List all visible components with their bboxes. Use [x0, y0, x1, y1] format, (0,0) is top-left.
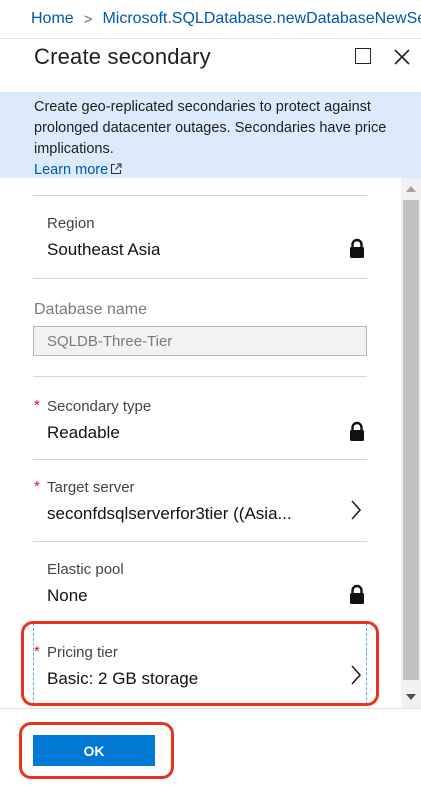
blade-title: Create secondary	[34, 44, 211, 69]
elastic-pool-value: None	[47, 586, 88, 605]
maximize-icon[interactable]	[355, 48, 371, 64]
pricing-tier-field[interactable]: * Pricing tier Basic: 2 GB storage	[33, 623, 367, 705]
form-scroll-area: Region Southeast Asia Database name * Se…	[0, 178, 400, 708]
chevron-right-icon[interactable]	[349, 498, 363, 522]
breadcrumb-separator: >	[83, 10, 93, 28]
info-banner: Create geo-replicated secondaries to pro…	[0, 92, 421, 178]
target-server-label: Target server	[47, 479, 135, 496]
required-marker: *	[34, 478, 40, 495]
learn-more-label: Learn more	[34, 162, 109, 178]
vertical-scrollbar[interactable]	[401, 178, 421, 708]
database-name-label: Database name	[34, 301, 147, 318]
learn-more-link[interactable]: Learn more	[34, 162, 122, 178]
lock-icon	[350, 421, 364, 441]
target-server-field[interactable]: * Target server seconfdsqlserverfor3tier…	[33, 458, 367, 542]
elastic-pool-label: Elastic pool	[47, 561, 124, 578]
pricing-tier-value: Basic: 2 GB storage	[47, 669, 199, 688]
breadcrumb-home-link[interactable]: Home	[31, 10, 74, 28]
close-icon[interactable]	[392, 47, 412, 67]
breadcrumb-current-link[interactable]: Microsoft.SQLDatabase.newDatabaseNewServ…	[102, 10, 421, 28]
breadcrumb: Home > Microsoft.SQLDatabase.newDatabase…	[0, 0, 421, 39]
secondary-type-field: * Secondary type Readable	[33, 376, 367, 460]
required-marker: *	[34, 643, 40, 660]
create-secondary-blade: Home > Microsoft.SQLDatabase.newDatabase…	[0, 0, 421, 787]
region-label: Region	[47, 215, 95, 232]
scroll-down-arrow[interactable]	[406, 694, 416, 700]
database-name-input[interactable]	[33, 326, 367, 356]
scroll-thumb[interactable]	[403, 200, 419, 680]
pricing-tier-label: Pricing tier	[47, 644, 118, 661]
scroll-up-arrow[interactable]	[406, 186, 416, 192]
external-link-icon	[111, 163, 122, 175]
elastic-pool-field: Elastic pool None	[33, 540, 367, 624]
chevron-right-icon[interactable]	[349, 663, 363, 687]
ok-button[interactable]: OK	[33, 735, 155, 766]
lock-icon	[350, 238, 364, 258]
target-server-value: seconfdsqlserverfor3tier ((Asia...	[47, 504, 292, 523]
region-field: Region Southeast Asia	[33, 195, 367, 279]
secondary-type-label: Secondary type	[47, 398, 152, 415]
secondary-type-value: Readable	[47, 423, 120, 442]
region-value: Southeast Asia	[47, 240, 161, 259]
lock-icon	[350, 584, 364, 604]
required-marker: *	[34, 397, 40, 414]
info-text: Create geo-replicated secondaries to pro…	[34, 99, 387, 157]
